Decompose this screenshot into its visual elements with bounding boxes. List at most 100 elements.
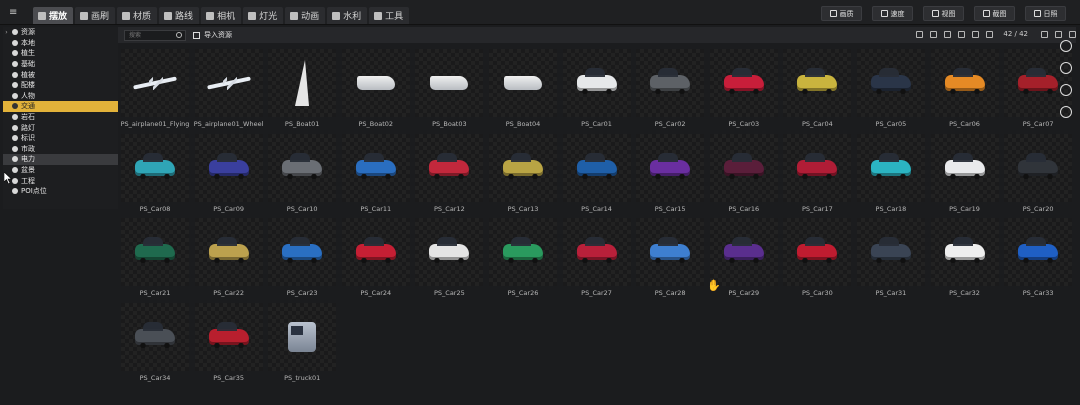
asset-card[interactable]: PS_Car23 <box>268 218 337 303</box>
asset-thumbnail[interactable] <box>341 133 410 202</box>
asset-thumbnail[interactable] <box>636 49 705 117</box>
asset-thumbnail[interactable] <box>121 133 189 202</box>
asset-card[interactable]: PS_Car35 <box>194 302 263 388</box>
asset-thumbnail[interactable] <box>636 133 705 202</box>
globe-icon[interactable] <box>1060 62 1072 74</box>
tree-item[interactable]: 电力 <box>3 154 118 165</box>
asset-thumbnail[interactable] <box>488 49 557 117</box>
tree-item[interactable]: 配楼 <box>3 80 118 91</box>
sort-icon[interactable] <box>972 30 980 38</box>
asset-card[interactable]: PS_Car26 <box>488 218 557 303</box>
tab-8[interactable]: 工具 <box>369 7 410 24</box>
grid-medium-icon[interactable] <box>1055 30 1062 38</box>
asset-thumbnail[interactable] <box>268 49 337 117</box>
asset-card[interactable]: PS_Car03 <box>709 49 778 134</box>
asset-thumbnail[interactable] <box>709 133 778 202</box>
top-button-3[interactable]: 截图 <box>974 6 1015 21</box>
tree-item[interactable]: 标识 <box>3 133 118 144</box>
asset-thumbnail[interactable] <box>562 49 631 117</box>
asset-thumbnail[interactable] <box>930 49 999 117</box>
top-button-1[interactable]: 速度 <box>872 6 913 21</box>
asset-card[interactable]: PS_Car08 <box>121 133 189 219</box>
filter-icon[interactable] <box>958 30 966 38</box>
upload-icon[interactable] <box>986 30 994 38</box>
compass-icon[interactable] <box>1060 84 1072 96</box>
asset-card[interactable]: PS_Car13 <box>488 133 557 219</box>
asset-card[interactable]: PS_Car21 <box>121 218 189 303</box>
asset-card[interactable]: PS_Car16 <box>709 133 778 219</box>
asset-thumbnail[interactable] <box>1004 133 1073 202</box>
asset-thumbnail[interactable] <box>194 218 263 286</box>
asset-thumbnail[interactable] <box>415 218 484 286</box>
asset-card[interactable]: PS_Car28 <box>636 218 705 303</box>
asset-card[interactable]: PS_Boat01 <box>268 49 337 134</box>
asset-thumbnail[interactable] <box>856 133 925 202</box>
asset-card[interactable]: PS_Car22 <box>194 218 263 303</box>
tree-item[interactable]: 路灯 <box>3 122 118 133</box>
asset-card[interactable]: PS_airplane01_Flying <box>121 49 189 134</box>
asset-thumbnail[interactable] <box>341 49 410 117</box>
import-resource-button[interactable]: 导入资源 <box>193 30 232 40</box>
asset-card[interactable]: PS_Car05 <box>856 49 925 134</box>
asset-card[interactable]: PS_truck01 <box>268 302 337 388</box>
asset-card[interactable]: PS_Car20 <box>1004 133 1073 219</box>
tree-item[interactable]: 本地 <box>3 38 118 49</box>
move-icon[interactable] <box>1060 40 1072 52</box>
asset-thumbnail[interactable] <box>636 218 705 286</box>
tree-item[interactable]: 工程 <box>3 175 118 186</box>
tree-item[interactable]: 市政 <box>3 144 118 155</box>
asset-thumbnail[interactable] <box>121 218 189 286</box>
asset-thumbnail[interactable] <box>783 49 852 117</box>
asset-card[interactable]: PS_Car25 <box>415 218 484 303</box>
asset-card[interactable]: PS_Car27 <box>562 218 631 303</box>
asset-thumbnail[interactable] <box>194 133 263 202</box>
tree-item[interactable]: 植生 <box>3 48 118 59</box>
asset-thumbnail[interactable] <box>709 218 778 286</box>
asset-thumbnail[interactable] <box>121 49 189 117</box>
asset-thumbnail[interactable] <box>121 302 189 371</box>
asset-thumbnail[interactable] <box>562 218 631 286</box>
asset-thumbnail[interactable] <box>488 218 557 286</box>
asset-card[interactable]: PS_Car04 <box>783 49 852 134</box>
delete-icon[interactable] <box>916 30 924 38</box>
asset-card[interactable]: PS_Car33 <box>1004 218 1073 303</box>
asset-thumbnail[interactable] <box>488 133 557 202</box>
asset-card[interactable]: PS_Car19 <box>930 133 999 219</box>
tab-5[interactable]: 灯光 <box>243 7 284 24</box>
search-icon[interactable] <box>176 32 182 38</box>
top-button-4[interactable]: 日照 <box>1025 6 1066 21</box>
tree-item[interactable]: 人物 <box>3 91 118 102</box>
asset-card[interactable]: PS_Car24 <box>341 218 410 303</box>
top-button-2[interactable]: 视图 <box>923 6 964 21</box>
asset-card[interactable]: PS_Car14 <box>562 133 631 219</box>
asset-thumbnail[interactable] <box>268 302 337 371</box>
tree-item[interactable]: 植被 <box>3 69 118 80</box>
world-icon[interactable] <box>1060 106 1072 118</box>
tree-item[interactable]: POI点位 <box>3 186 118 197</box>
tab-6[interactable]: 动画 <box>285 7 326 24</box>
tab-3[interactable]: 路线 <box>159 7 200 24</box>
tree-item[interactable]: 盆景 <box>3 165 118 176</box>
tab-4[interactable]: 相机 <box>201 7 242 24</box>
asset-thumbnail[interactable] <box>783 218 852 286</box>
asset-card[interactable]: PS_airplane01_Wheel <box>194 49 263 134</box>
asset-thumbnail[interactable] <box>194 49 263 117</box>
asset-card[interactable]: PS_Car17 <box>783 133 852 219</box>
asset-card[interactable]: PS_Car09 <box>194 133 263 219</box>
tree-item[interactable]: › 资源 <box>3 27 118 38</box>
asset-card[interactable]: PS_Car30 <box>783 218 852 303</box>
tab-7[interactable]: 水利 <box>327 7 368 24</box>
refresh-icon[interactable] <box>930 30 938 38</box>
asset-card[interactable]: PS_Boat03 <box>415 49 484 134</box>
menu-icon[interactable]: ≡ <box>9 8 21 18</box>
tab-0[interactable]: 摆放 <box>33 7 74 24</box>
asset-card[interactable]: PS_Car06 <box>930 49 999 134</box>
grid-small-icon[interactable] <box>1069 30 1076 38</box>
tree-item[interactable]: 岩石 <box>3 112 118 123</box>
top-button-0[interactable]: 画质 <box>821 6 862 21</box>
asset-thumbnail[interactable] <box>856 218 925 286</box>
asset-thumbnail[interactable] <box>930 218 999 286</box>
asset-card[interactable]: PS_Boat02 <box>341 49 410 134</box>
asset-card[interactable]: PS_Boat04 <box>488 49 557 134</box>
asset-card[interactable]: PS_Car02 <box>636 49 705 134</box>
